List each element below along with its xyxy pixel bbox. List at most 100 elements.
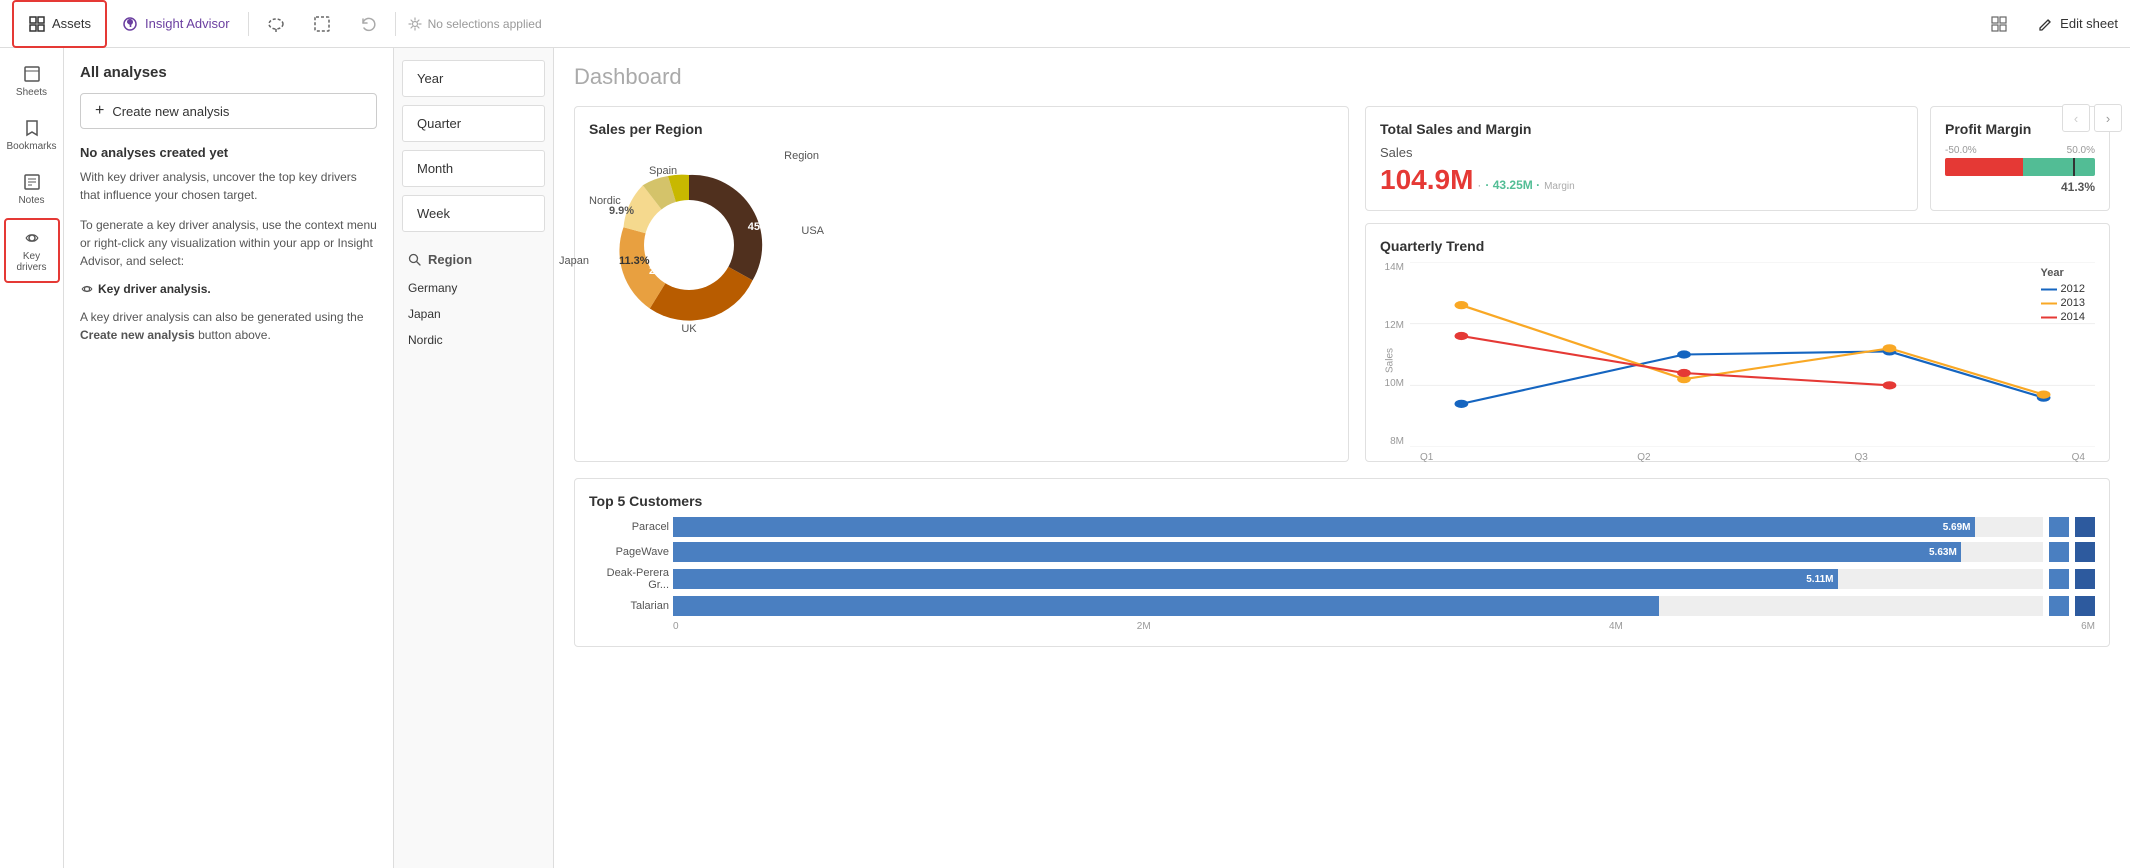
sales-region-title: Sales per Region <box>589 121 1334 137</box>
customers-title: Top 5 Customers <box>589 493 2095 509</box>
sidebar-item-bookmarks[interactable]: Bookmarks <box>4 110 60 160</box>
key-drivers-icon <box>22 228 42 248</box>
nav-separator2 <box>395 12 396 36</box>
create-ref-end: button above. <box>198 328 271 342</box>
sidebar-item-key-drivers[interactable]: Key drivers <box>4 218 60 283</box>
trend-svg <box>1410 262 2095 447</box>
key-driver-ref-label: Key driver analysis. <box>98 282 211 296</box>
edit-icon <box>2038 16 2054 32</box>
all-analyses-title: All analyses <box>80 64 377 81</box>
region-search-icon <box>408 253 422 267</box>
insight-advisor-button[interactable]: Insight Advisor <box>107 0 244 48</box>
edit-sheet-button[interactable]: Edit sheet <box>2038 16 2118 32</box>
create-ref-text: A key driver analysis can also be genera… <box>80 308 377 344</box>
japan-label: Japan <box>559 255 589 267</box>
trend-legend-title: Year <box>2041 267 2085 279</box>
profit-green-bar <box>2023 158 2095 176</box>
deak-label: Deak-Perera Gr... <box>589 567 669 591</box>
uk-pct: 26.9% <box>649 265 680 277</box>
talarian-track <box>673 596 2043 616</box>
filter-week[interactable]: Week <box>402 195 545 232</box>
pagination-arrows: ‹ › <box>2054 96 2130 140</box>
plus-icon: + <box>95 102 104 120</box>
lasso-button[interactable] <box>253 0 299 48</box>
prev-arrow[interactable]: ‹ <box>2062 104 2090 132</box>
nav-separator <box>248 12 249 36</box>
profit-max: 50.0% <box>2067 145 2095 156</box>
assets-button[interactable]: Assets <box>12 0 107 48</box>
pagewave-label: PageWave <box>589 546 669 558</box>
deak-side <box>2049 569 2069 589</box>
create-ref-desc3: A key driver analysis can also be genera… <box>80 310 364 324</box>
quarterly-trend-panel: Quarterly Trend 14M 12M 10M 8M <box>1365 223 2110 462</box>
donut-chart: Region USA UK Japan Nordic Spain 45.5% 2… <box>589 145 789 345</box>
grid-view-button[interactable] <box>1976 0 2022 48</box>
x-q3: Q3 <box>1854 452 1867 463</box>
total-sales-panel: Total Sales and Margin Sales 104.9M · · … <box>1365 106 1918 211</box>
analyses-desc1: With key driver analysis, uncover the to… <box>80 168 377 204</box>
sidebar-icons: Sheets Bookmarks Notes <box>0 48 64 868</box>
y-12m: 12M <box>1380 320 1404 331</box>
main-layout: Sheets Bookmarks Notes <box>0 48 2130 868</box>
paracel-val: 5.69M <box>1943 522 1971 533</box>
paracel-bar: 5.69M <box>673 517 1975 537</box>
talarian-label: Talarian <box>589 600 669 612</box>
legend-2013-line <box>2041 302 2057 305</box>
talarian-side <box>2049 596 2069 616</box>
pagewave-side <box>2049 542 2069 562</box>
insight-label: Insight Advisor <box>145 16 230 31</box>
total-sales-title: Total Sales and Margin <box>1380 121 1903 137</box>
dash-row1: Sales per Region <box>574 106 2110 462</box>
region-filter-search[interactable]: Region <box>402 244 545 275</box>
filter-year[interactable]: Year <box>402 60 545 97</box>
top5-customers-panel: Top 5 Customers Paracel 5.69M <box>574 478 2110 647</box>
y-axis-label: Sales <box>1385 347 1396 372</box>
sales-value: 104.9M <box>1380 164 1473 196</box>
talarian-side2 <box>2075 596 2095 616</box>
next-arrow[interactable]: › <box>2094 104 2122 132</box>
key-driver-ref-icon <box>80 282 94 296</box>
undo-button[interactable] <box>345 0 391 48</box>
key-drivers-label: Key drivers <box>12 251 52 273</box>
margin-value: · 43.25M · <box>1485 178 1540 192</box>
selection-icon <box>313 15 331 33</box>
sidebar-item-sheets[interactable]: Sheets <box>4 56 60 106</box>
deak-bar: 5.11M <box>673 569 1838 589</box>
bar-talarian: Talarian <box>589 596 2095 616</box>
filter-quarter[interactable]: Quarter <box>402 105 545 142</box>
sidebar-item-notes[interactable]: Notes <box>4 164 60 214</box>
region-nordic[interactable]: Nordic <box>402 327 545 353</box>
legend-2012: 2012 <box>2041 283 2085 295</box>
region-japan[interactable]: Japan <box>402 301 545 327</box>
bookmarks-icon <box>22 118 42 138</box>
deak-track: 5.11M <box>673 569 2043 589</box>
x-q4: Q4 <box>2072 452 2085 463</box>
pagewave-track: 5.63M <box>673 542 2043 562</box>
filters-panel: Year Quarter Month Week Region Germany J… <box>394 48 554 868</box>
x-4m: 4M <box>1609 621 1623 632</box>
profit-bar-labels: -50.0% 50.0% <box>1945 145 2095 156</box>
deak-side2 <box>2075 569 2095 589</box>
region-germany[interactable]: Germany <box>402 275 545 301</box>
create-analysis-label: Create new analysis <box>112 104 229 119</box>
key-driver-ref: Key driver analysis. <box>80 282 377 296</box>
filter-month[interactable]: Month <box>402 150 545 187</box>
dashboard-title: Dashboard <box>574 64 2110 90</box>
paracel-track: 5.69M <box>673 517 2043 537</box>
bar-pagewave: PageWave 5.63M <box>589 542 2095 562</box>
legend-2013-label: 2013 <box>2061 297 2085 309</box>
paracel-side <box>2049 517 2069 537</box>
notes-icon <box>22 172 42 192</box>
settings-icon <box>408 17 422 31</box>
legend-2013: 2013 <box>2041 297 2085 309</box>
profit-marker <box>2073 158 2075 176</box>
selection-button[interactable] <box>299 0 345 48</box>
no-selection-label: No selections applied <box>428 17 542 31</box>
top-nav: Assets Insight Advisor <box>0 0 2130 48</box>
legend-2014-label: 2014 <box>2061 311 2085 323</box>
create-analysis-button[interactable]: + Create new analysis <box>80 93 377 129</box>
insight-icon <box>121 15 139 33</box>
legend-2012-label: 2012 <box>2061 283 2085 295</box>
bar-paracel: Paracel 5.69M <box>589 517 2095 537</box>
trend-legend: Year 2012 2013 <box>2041 267 2085 323</box>
